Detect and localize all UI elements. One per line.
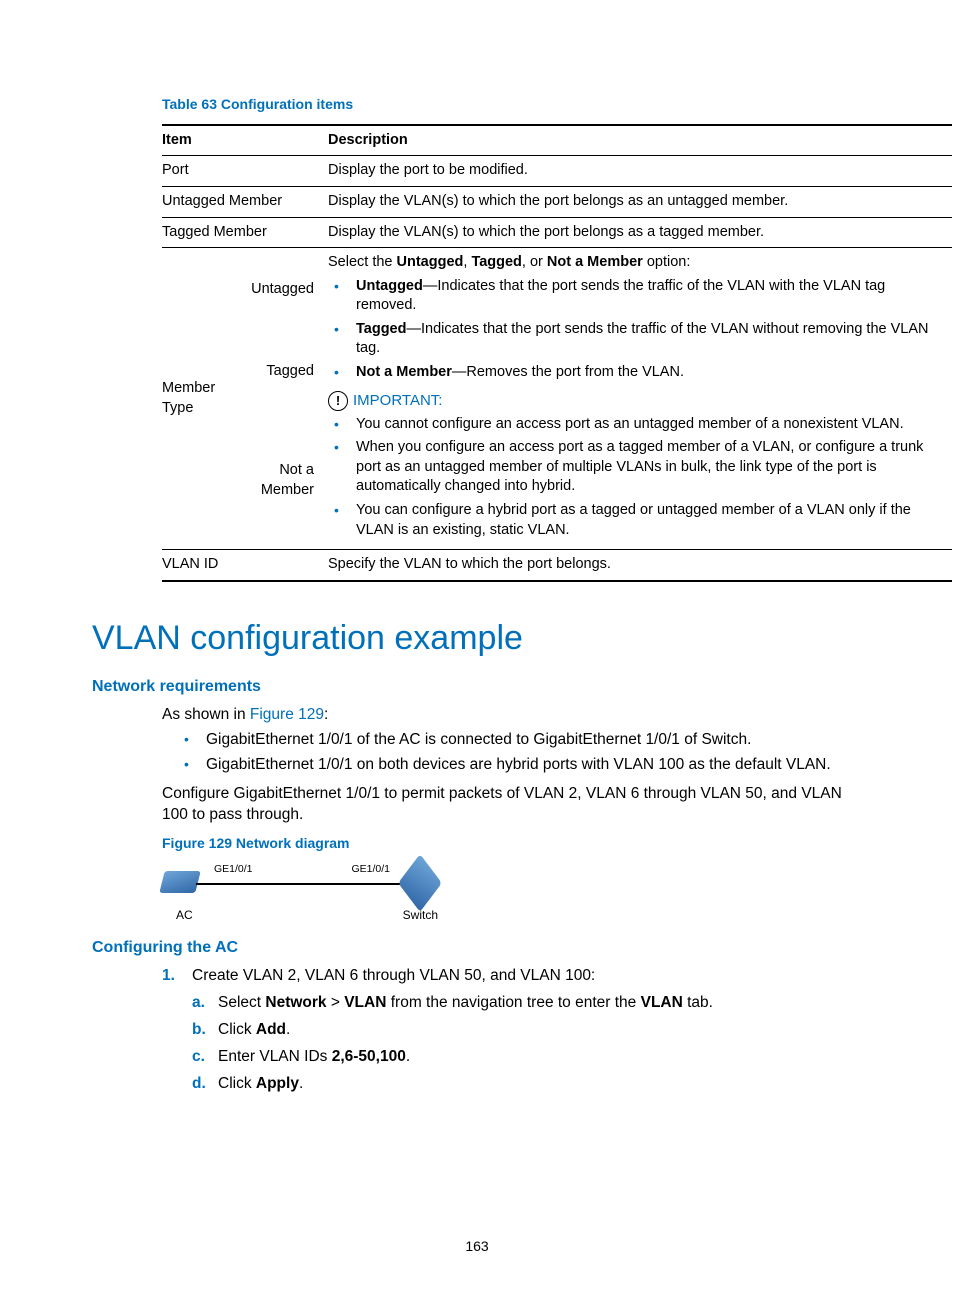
mt-li3-b: Not a Member xyxy=(356,364,452,380)
mt-li1-t: —Indicates that the port sends the traff… xyxy=(356,278,885,314)
mt-intro-pre: Select the xyxy=(328,254,397,270)
mt-intro-s2: , or xyxy=(522,254,547,270)
figure-caption: Figure 129 Network diagram xyxy=(162,834,869,853)
ac-label: AC xyxy=(176,907,193,923)
sa-b3: VLAN xyxy=(641,994,683,1011)
config-table: Item Description Port Display the port t… xyxy=(162,124,952,582)
mt-li1-b: Untagged xyxy=(356,278,423,294)
mt-intro-t: Tagged xyxy=(471,254,521,270)
mt-intro-post: option: xyxy=(643,254,691,270)
imp3: You can configure a hybrid port as a tag… xyxy=(328,501,946,540)
important-label: IMPORTANT: xyxy=(353,391,442,411)
sa-mid2: from the navigation tree to enter the xyxy=(386,994,640,1011)
sd-post: . xyxy=(299,1075,303,1092)
heading-network-requirements: Network requirements xyxy=(92,676,869,698)
sa-post: tab. xyxy=(683,994,713,1011)
mt-li2-b: Tagged xyxy=(356,321,406,337)
mt-li3-t: —Removes the port from the VLAN. xyxy=(452,364,684,380)
row-mt-item: Member Type xyxy=(162,248,248,550)
row-untag-item: Untagged Member xyxy=(162,187,328,218)
sa-b2: VLAN xyxy=(344,994,386,1011)
sd-b: Apply xyxy=(256,1075,299,1092)
row-port-item: Port xyxy=(162,156,328,187)
intro-post: : xyxy=(324,706,328,723)
req-bullet-1: GigabitEthernet 1/0/1 of the AC is conne… xyxy=(178,730,869,751)
mt-intro-n: Not a Member xyxy=(547,254,643,270)
important-icon: ! xyxy=(328,391,348,411)
imp2: When you configure an access port as a t… xyxy=(328,438,946,497)
ge-label-left: GE1/0/1 xyxy=(214,862,253,876)
sc-post: . xyxy=(406,1048,410,1065)
sc-pre: Enter VLAN IDs xyxy=(218,1048,332,1065)
row-mt-sub-not: Not a Member xyxy=(248,412,328,549)
intro-pre: As shown in xyxy=(162,706,250,723)
figure-link[interactable]: Figure 129 xyxy=(250,706,324,723)
page-number: 163 xyxy=(0,1237,954,1256)
table-caption: Table 63 Configuration items xyxy=(162,95,869,114)
switch-device-icon xyxy=(398,867,442,901)
network-diagram: GE1/0/1 GE1/0/1 AC Switch xyxy=(162,859,442,923)
switch-label: Switch xyxy=(403,907,438,923)
row-mt-sub-untag: Untagged xyxy=(248,248,328,331)
sa-marker: a. xyxy=(192,993,205,1014)
sc-marker: c. xyxy=(192,1047,205,1068)
row-port-desc: Display the port to be modified. xyxy=(328,156,952,187)
row-tag-desc: Display the VLAN(s) to which the port be… xyxy=(328,217,952,248)
req-bullet-2: GigabitEthernet 1/0/1 on both devices ar… xyxy=(178,755,869,776)
sb-b: Add xyxy=(256,1021,286,1038)
row-untag-desc: Display the VLAN(s) to which the port be… xyxy=(328,187,952,218)
th-item: Item xyxy=(162,125,328,156)
mt-li2-t: —Indicates that the port sends the traff… xyxy=(356,321,929,357)
th-desc: Description xyxy=(328,125,952,156)
row-mt-sub-tag: Tagged xyxy=(248,331,328,413)
step1-num: 1. xyxy=(162,966,175,987)
ge-label-right: GE1/0/1 xyxy=(351,862,390,876)
sa-pre: Select xyxy=(218,994,265,1011)
sa-mid: > xyxy=(327,994,345,1011)
heading-vlan-config-example: VLAN configuration example xyxy=(92,616,869,662)
req-para: Configure GigabitEthernet 1/0/1 to permi… xyxy=(162,784,869,826)
row-tag-item: Tagged Member xyxy=(162,217,328,248)
step1-text: Create VLAN 2, VLAN 6 through VLAN 50, a… xyxy=(192,967,595,984)
sd-marker: d. xyxy=(192,1074,206,1095)
sd-pre: Click xyxy=(218,1075,256,1092)
row-vlanid-desc: Specify the VLAN to which the port belon… xyxy=(328,550,952,581)
sa-b1: Network xyxy=(265,994,326,1011)
row-mt-desc: Select the Untagged, Tagged, or Not a Me… xyxy=(328,248,952,550)
sb-pre: Click xyxy=(218,1021,256,1038)
row-vlanid-item: VLAN ID xyxy=(162,550,328,581)
sb-marker: b. xyxy=(192,1020,206,1041)
mt-intro-u: Untagged xyxy=(397,254,464,270)
imp1: You cannot configure an access port as a… xyxy=(328,415,946,435)
sc-b: 2,6-50,100 xyxy=(332,1048,406,1065)
sb-post: . xyxy=(286,1021,290,1038)
ac-device-icon xyxy=(162,871,198,897)
heading-configuring-ac: Configuring the AC xyxy=(92,937,869,959)
